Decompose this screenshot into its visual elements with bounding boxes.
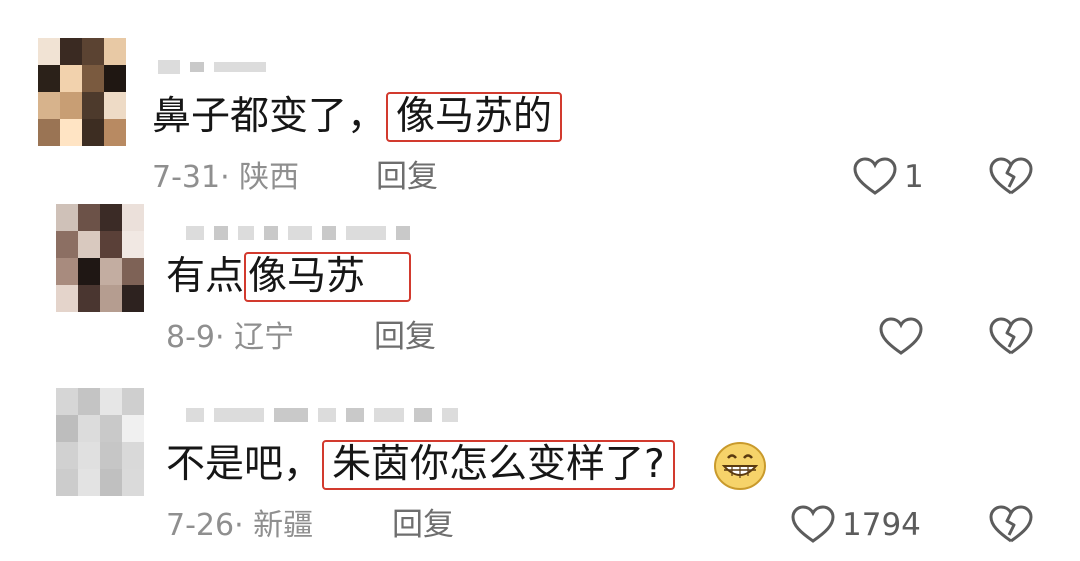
dislike-button[interactable] <box>988 505 1034 545</box>
avatar-mosaic-cell <box>56 388 78 415</box>
avatar-mosaic-cell <box>100 415 122 442</box>
avatar-mosaic-cell <box>100 469 122 496</box>
avatar-mosaic-cell <box>56 415 78 442</box>
avatar-mosaic-cell <box>122 442 144 469</box>
grinning-emoji-icon <box>712 440 768 496</box>
comment-text-prefix: 不是吧， <box>166 442 323 487</box>
avatar-mosaic-cell <box>56 469 78 496</box>
broken-heart-icon <box>988 505 1034 545</box>
comment-date-region: 7-26· 新疆 <box>166 508 314 543</box>
avatar-mosaic-cell <box>100 442 122 469</box>
reply-button[interactable]: 回复 <box>392 505 454 545</box>
username-blurred[interactable] <box>186 406 458 424</box>
comment-item: 不是吧， 朱茵你怎么变样了? 7-26· 新疆 回复 1794 <box>0 0 1080 561</box>
avatar-mosaic-cell <box>78 388 100 415</box>
heart-icon <box>790 505 836 545</box>
avatar-mosaic-cell <box>100 388 122 415</box>
avatar-mosaic-cell <box>122 415 144 442</box>
like-button[interactable]: 1794 <box>790 505 921 545</box>
avatar-mosaic-cell <box>122 388 144 415</box>
avatar[interactable] <box>56 388 144 496</box>
avatar-mosaic-cell <box>78 415 100 442</box>
avatar-mosaic-cell <box>78 469 100 496</box>
highlighted-text: 朱茵你怎么变样了? <box>322 440 675 490</box>
avatar-mosaic-cell <box>78 442 100 469</box>
avatar-mosaic-cell <box>122 469 144 496</box>
avatar-mosaic-cell <box>56 442 78 469</box>
comment-text: 不是吧， 朱茵你怎么变样了? <box>166 440 675 490</box>
like-count: 1794 <box>842 507 921 543</box>
